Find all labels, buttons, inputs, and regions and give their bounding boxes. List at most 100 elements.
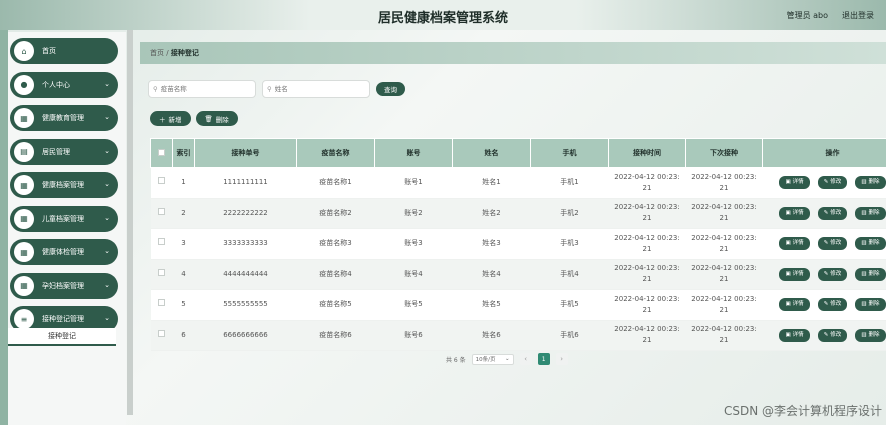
detail-label: 详情: [792, 270, 804, 277]
cell-next: 2022-04-12 00:23: 21: [685, 198, 763, 229]
sidebar-item[interactable]: ▦ 健康档案管理 ⌄: [10, 172, 118, 198]
col-header-vaccine: 疫苗名称: [296, 138, 375, 168]
page-size-value: 10条/页: [475, 357, 496, 363]
cell-time: 2022-04-12 00:23: 21: [608, 320, 686, 351]
col-header-time: 接种时间: [608, 138, 686, 168]
batch-delete-button[interactable]: 🗑 删除: [195, 111, 238, 126]
edit-label: 修改: [830, 270, 842, 277]
watermark: CSDN @李会计算机程序设计: [723, 404, 882, 418]
select-all-checkbox[interactable]: [158, 148, 165, 156]
cell-index: 5: [172, 289, 195, 321]
cell-phone: 手机2: [530, 198, 609, 229]
row-actions: ▣ 详情 ✎ 修改 ▥ 删除: [763, 328, 886, 342]
edit-button[interactable]: ✎ 修改: [817, 237, 848, 251]
cell-account: 账号6: [374, 320, 453, 351]
row-select-cell[interactable]: [150, 167, 173, 199]
edit-button[interactable]: ✎ 修改: [817, 298, 848, 312]
row-select-cell[interactable]: [150, 198, 173, 229]
delete-button[interactable]: ▥ 删除: [855, 237, 886, 251]
row-checkbox[interactable]: [158, 329, 165, 337]
breadcrumb-home[interactable]: 首页: [150, 49, 164, 57]
row-checkbox[interactable]: [158, 299, 165, 307]
row-select-cell[interactable]: [150, 320, 173, 351]
row-select-cell[interactable]: [150, 259, 173, 290]
cell-account: 账号5: [374, 289, 453, 321]
table-row[interactable]: 2 2222222222 疫苗名称2 账号2 姓名2 手机2 2022-04-12 00:2…: [150, 198, 886, 229]
table-row[interactable]: 6 6666666666 疫苗名称6 账号6 姓名6 手机6 2022-04-12 00:2…: [150, 320, 886, 351]
row-select-cell[interactable]: [150, 228, 173, 260]
detail-label: 详情: [792, 331, 804, 338]
delete-button[interactable]: ▥ 删除: [855, 298, 886, 312]
detail-button[interactable]: ▣ 详情: [779, 328, 810, 342]
table-row[interactable]: 1 1111111111 疫苗名称1 账号1 姓名1 手机1 2022-04-12 00:2…: [150, 167, 886, 199]
sidebar-scrollbar[interactable]: [127, 30, 133, 415]
cell-time-line1: 2022-04-12 00:23:: [614, 294, 680, 303]
cell-actions: ▣ 详情 ✎ 修改 ▥ 删除: [762, 259, 886, 290]
next-page-button[interactable]: ›: [555, 353, 568, 365]
cell-time: 2022-04-12 00:23: 21: [608, 289, 686, 321]
sidebar-item[interactable]: ▦ 儿童档案管理 ⌄: [10, 205, 118, 232]
detail-button[interactable]: ▣ 详情: [779, 298, 810, 312]
table-row[interactable]: 5 5555555555 疫苗名称5 账号5 姓名5 手机5 2022-04-12 00:2…: [150, 289, 886, 321]
query-button[interactable]: 查询: [376, 82, 405, 96]
detail-button[interactable]: ▣ 详情: [779, 206, 810, 220]
edit-button[interactable]: ✎ 修改: [817, 176, 848, 190]
select-all-header[interactable]: [150, 138, 173, 168]
table-row[interactable]: 4 4444444444 疫苗名称4 账号4 姓名4 手机4 2022-04-12 00:2…: [150, 259, 886, 290]
chevron-down-icon: ⌄: [104, 146, 110, 155]
row-checkbox[interactable]: [158, 207, 165, 215]
detail-icon: ▣: [785, 270, 791, 277]
chevron-down-icon: ⌄: [104, 113, 110, 121]
detail-button[interactable]: ▣ 详情: [779, 237, 810, 251]
cell-time: 2022-04-12 00:23: 21: [608, 167, 686, 199]
detail-button[interactable]: ▣ 详情: [779, 267, 810, 281]
delete-button[interactable]: ▥ 删除: [855, 176, 886, 190]
chevron-down-icon: ⌄: [104, 213, 110, 222]
sidebar-item-label: 个人中心: [42, 80, 70, 89]
row-select-cell[interactable]: [150, 289, 173, 321]
edit-button[interactable]: ✎ 修改: [817, 206, 848, 220]
sidebar-item[interactable]: ▦ 健康教育管理 ⌄: [10, 105, 118, 131]
add-button[interactable]: ＋ 新增: [150, 111, 191, 126]
cell-order-no: 5555555555: [194, 289, 297, 321]
row-checkbox[interactable]: [158, 268, 165, 276]
sidebar-item[interactable]: ▤ 居民管理 ⌄: [10, 138, 118, 165]
top-right-area: 管理员 abo 退出登录: [787, 10, 874, 21]
sidebar-item[interactable]: ● 个人中心 ⌄: [10, 71, 118, 98]
name-field[interactable]: ⚲: [262, 80, 370, 98]
prev-page-button[interactable]: ‹: [519, 353, 532, 365]
row-actions: ▣ 详情 ✎ 修改 ▥ 删除: [763, 237, 886, 251]
name-input[interactable]: [274, 85, 363, 93]
cell-next: 2022-04-12 00:23: 21: [685, 289, 763, 321]
delete-button[interactable]: ▥ 删除: [855, 206, 886, 220]
logout-link[interactable]: 退出登录: [842, 10, 874, 21]
sidebar-item-label: 接种登记管理: [42, 315, 84, 323]
vaccine-name-input[interactable]: [160, 85, 249, 93]
main-content: 首页 / 接种登记 ⚲ ⚲ 查询 ＋ 新增 🗑 删除: [140, 42, 886, 425]
submenu-item-vaccination[interactable]: 接种登记: [8, 328, 116, 346]
cell-order-no: 2222222222: [194, 198, 297, 229]
delete-button[interactable]: ▥ 删除: [855, 267, 886, 281]
row-actions: ▣ 详情 ✎ 修改 ▥ 删除: [763, 206, 886, 220]
trash-icon: 🗑: [204, 114, 213, 123]
edit-button[interactable]: ✎ 修改: [817, 328, 848, 342]
row-checkbox[interactable]: [158, 238, 165, 246]
left-decor-strip: [0, 30, 8, 425]
search-icon: ⚲: [153, 85, 158, 93]
cell-next-line2: 21: [719, 244, 729, 253]
vaccine-name-field[interactable]: ⚲: [148, 80, 256, 98]
cell-next: 2022-04-12 00:23: 21: [685, 228, 763, 260]
sidebar-item[interactable]: ▦ 孕妇档案管理 ⌄: [10, 272, 118, 299]
sidebar-item[interactable]: ▦ 健康体检管理 ⌄: [10, 239, 118, 265]
page-button-current[interactable]: 1: [537, 353, 550, 365]
sidebar-item[interactable]: ⌂ 首页: [10, 38, 118, 64]
edit-button[interactable]: ✎ 修改: [817, 267, 848, 281]
cell-next-line1: 2022-04-12 00:23:: [691, 172, 757, 181]
table-row[interactable]: 3 3333333333 疫苗名称3 账号3 姓名3 手机3 2022-04-12 00:2…: [150, 228, 886, 260]
page-size-select[interactable]: 10条/页 ⌄: [471, 353, 514, 365]
cell-name: 姓名1: [452, 167, 531, 199]
row-checkbox[interactable]: [158, 177, 165, 185]
detail-button[interactable]: ▣ 详情: [779, 176, 810, 190]
delete-button[interactable]: ▥ 删除: [855, 328, 886, 342]
table-header-row: 索引 接种单号 疫苗名称 账号 姓名 手机 接种时间 下次接种 操作: [150, 138, 886, 168]
